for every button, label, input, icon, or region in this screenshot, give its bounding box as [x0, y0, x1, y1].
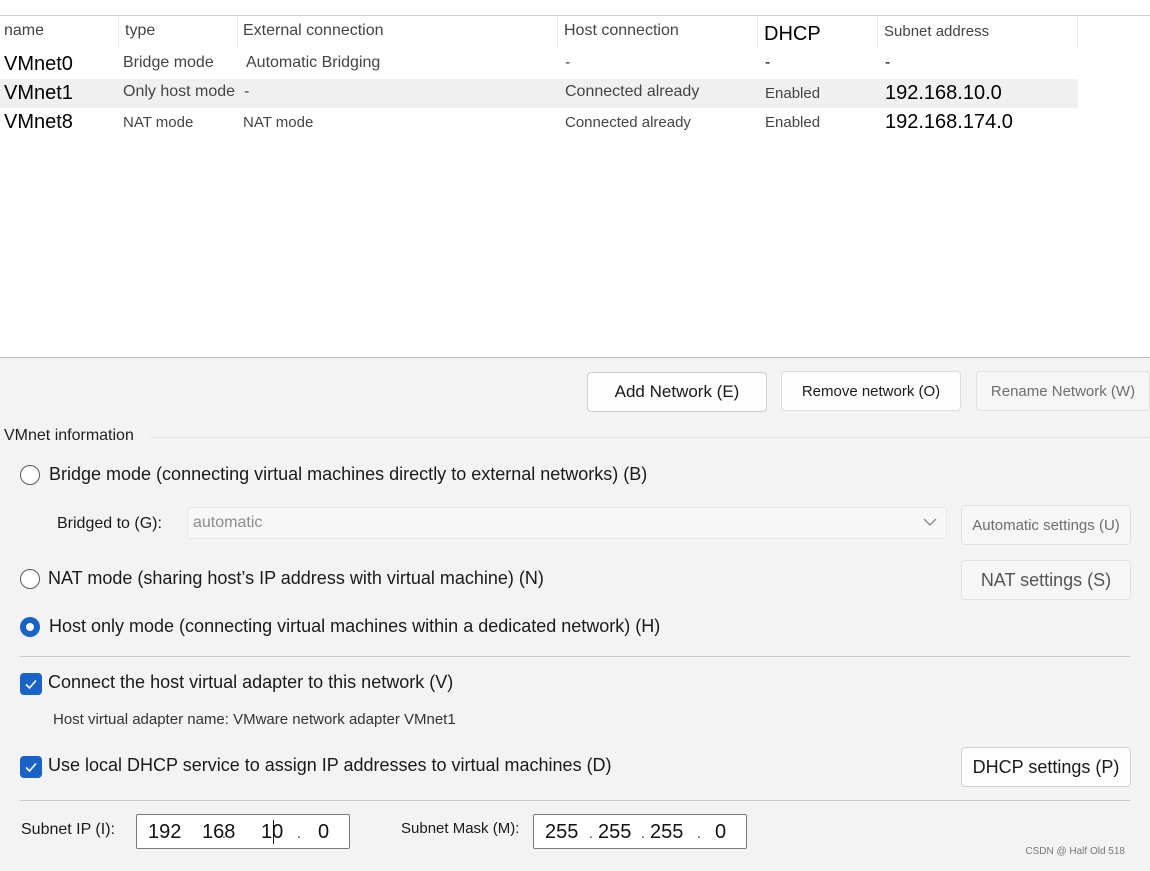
divider	[20, 800, 1130, 801]
chevron-down-icon	[922, 514, 938, 535]
column-header-name[interactable]: name	[4, 22, 44, 40]
row-host: -	[565, 54, 571, 71]
mask-octet[interactable]: 255	[545, 821, 578, 844]
row-subnet: 192.168.10.0	[885, 82, 1002, 104]
automatic-settings-button[interactable]: Automatic settings (U)	[961, 505, 1131, 545]
column-divider[interactable]	[118, 16, 119, 48]
watermark: CSDN @ Half Old 518	[1025, 846, 1125, 857]
row-external: NAT mode	[243, 114, 314, 131]
table-row-selected[interactable]: VMnet1 Only host mode - Connected alread…	[0, 79, 1078, 108]
column-divider[interactable]	[237, 16, 238, 48]
row-name: VMnet0	[4, 53, 73, 75]
subnet-mask-input[interactable]: 255 . 255 . 255 . 0	[533, 814, 747, 849]
remove-network-button[interactable]: Remove network (O)	[781, 371, 961, 411]
row-external: Automatic Bridging	[246, 54, 381, 71]
row-host: Connected already	[565, 114, 691, 131]
table-top-border	[0, 15, 1150, 16]
check-icon	[25, 762, 37, 773]
table-row[interactable]: VMnet8 NAT mode NAT mode Connected alrea…	[0, 108, 1078, 137]
vmnet-info-title: VMnet information	[4, 427, 134, 444]
bridged-to-label: Bridged to (G):	[57, 515, 162, 532]
row-external: -	[244, 83, 250, 100]
network-table: name type External connection Host conne…	[0, 0, 1150, 358]
column-header-external[interactable]: External connection	[243, 22, 384, 40]
check-icon	[25, 679, 37, 690]
column-header-host[interactable]: Host connection	[564, 22, 679, 40]
add-network-button[interactable]: Add Network (E)	[587, 372, 767, 412]
ip-octet[interactable]: 168	[202, 821, 235, 844]
nat-mode-radio[interactable]	[20, 569, 40, 589]
rename-network-button[interactable]: Rename Network (W)	[976, 371, 1150, 411]
mask-dot: .	[641, 825, 645, 841]
dhcp-checkbox[interactable]	[20, 756, 42, 778]
column-divider[interactable]	[877, 16, 878, 48]
row-host: Connected already	[565, 83, 700, 100]
ip-octet[interactable]: 192	[148, 821, 181, 844]
text-caret	[273, 820, 274, 844]
dhcp-label[interactable]: Use local DHCP service to assign IP addr…	[48, 755, 612, 776]
bridge-mode-label[interactable]: Bridge mode (connecting virtual machines…	[49, 464, 647, 485]
subnet-mask-label: Subnet Mask (M):	[401, 820, 520, 837]
host-only-radio[interactable]	[20, 617, 40, 637]
mask-octet[interactable]: 255	[650, 821, 683, 844]
nat-settings-button[interactable]: NAT settings (S)	[961, 560, 1131, 600]
divider	[20, 656, 1130, 657]
connect-adapter-label[interactable]: Connect the host virtual adapter to this…	[48, 672, 453, 693]
bridged-to-select[interactable]: automatic	[187, 507, 947, 539]
nat-mode-label[interactable]: NAT mode (sharing host’s IP address with…	[48, 568, 544, 589]
row-name: VMnet8	[4, 111, 73, 133]
subnet-ip-label: Subnet IP (I):	[21, 821, 115, 838]
column-header-type[interactable]: type	[125, 22, 155, 40]
host-only-label[interactable]: Host only mode (connecting virtual machi…	[49, 616, 660, 637]
row-subnet: -	[885, 54, 891, 71]
bridge-mode-radio[interactable]	[20, 465, 40, 485]
dhcp-settings-button[interactable]: DHCP settings (P)	[961, 747, 1131, 787]
connect-adapter-checkbox[interactable]	[20, 673, 42, 695]
table-row[interactable]: VMnet0 Bridge mode Automatic Bridging - …	[0, 50, 1078, 79]
ip-octet[interactable]: 0	[318, 821, 329, 844]
mask-octet[interactable]: 255	[598, 821, 631, 844]
bridged-to-value: automatic	[193, 514, 263, 531]
row-dhcp: Enabled	[765, 85, 821, 102]
row-type: Only host mode	[123, 83, 236, 100]
column-header-subnet[interactable]: Subnet address	[884, 23, 989, 40]
row-dhcp: -	[765, 54, 771, 71]
row-type: Bridge mode	[123, 54, 214, 71]
ip-dot: .	[297, 825, 301, 841]
row-dhcp: Enabled	[765, 114, 821, 131]
column-header-dhcp[interactable]: DHCP	[764, 23, 821, 46]
adapter-name-text: Host virtual adapter name: VMware networ…	[53, 711, 456, 728]
row-subnet: 192.168.174.0	[885, 111, 1013, 133]
mask-dot: .	[697, 825, 701, 841]
column-divider[interactable]	[1077, 16, 1078, 48]
mask-dot: .	[589, 825, 593, 841]
column-divider[interactable]	[557, 16, 558, 48]
mask-octet[interactable]: 0	[715, 821, 726, 844]
row-type: NAT mode	[123, 114, 194, 131]
subnet-ip-input[interactable]: 192 . 168 . 10 . 0	[136, 814, 350, 849]
row-name: VMnet1	[4, 82, 73, 104]
column-divider[interactable]	[757, 16, 758, 48]
section-divider	[150, 437, 1150, 438]
